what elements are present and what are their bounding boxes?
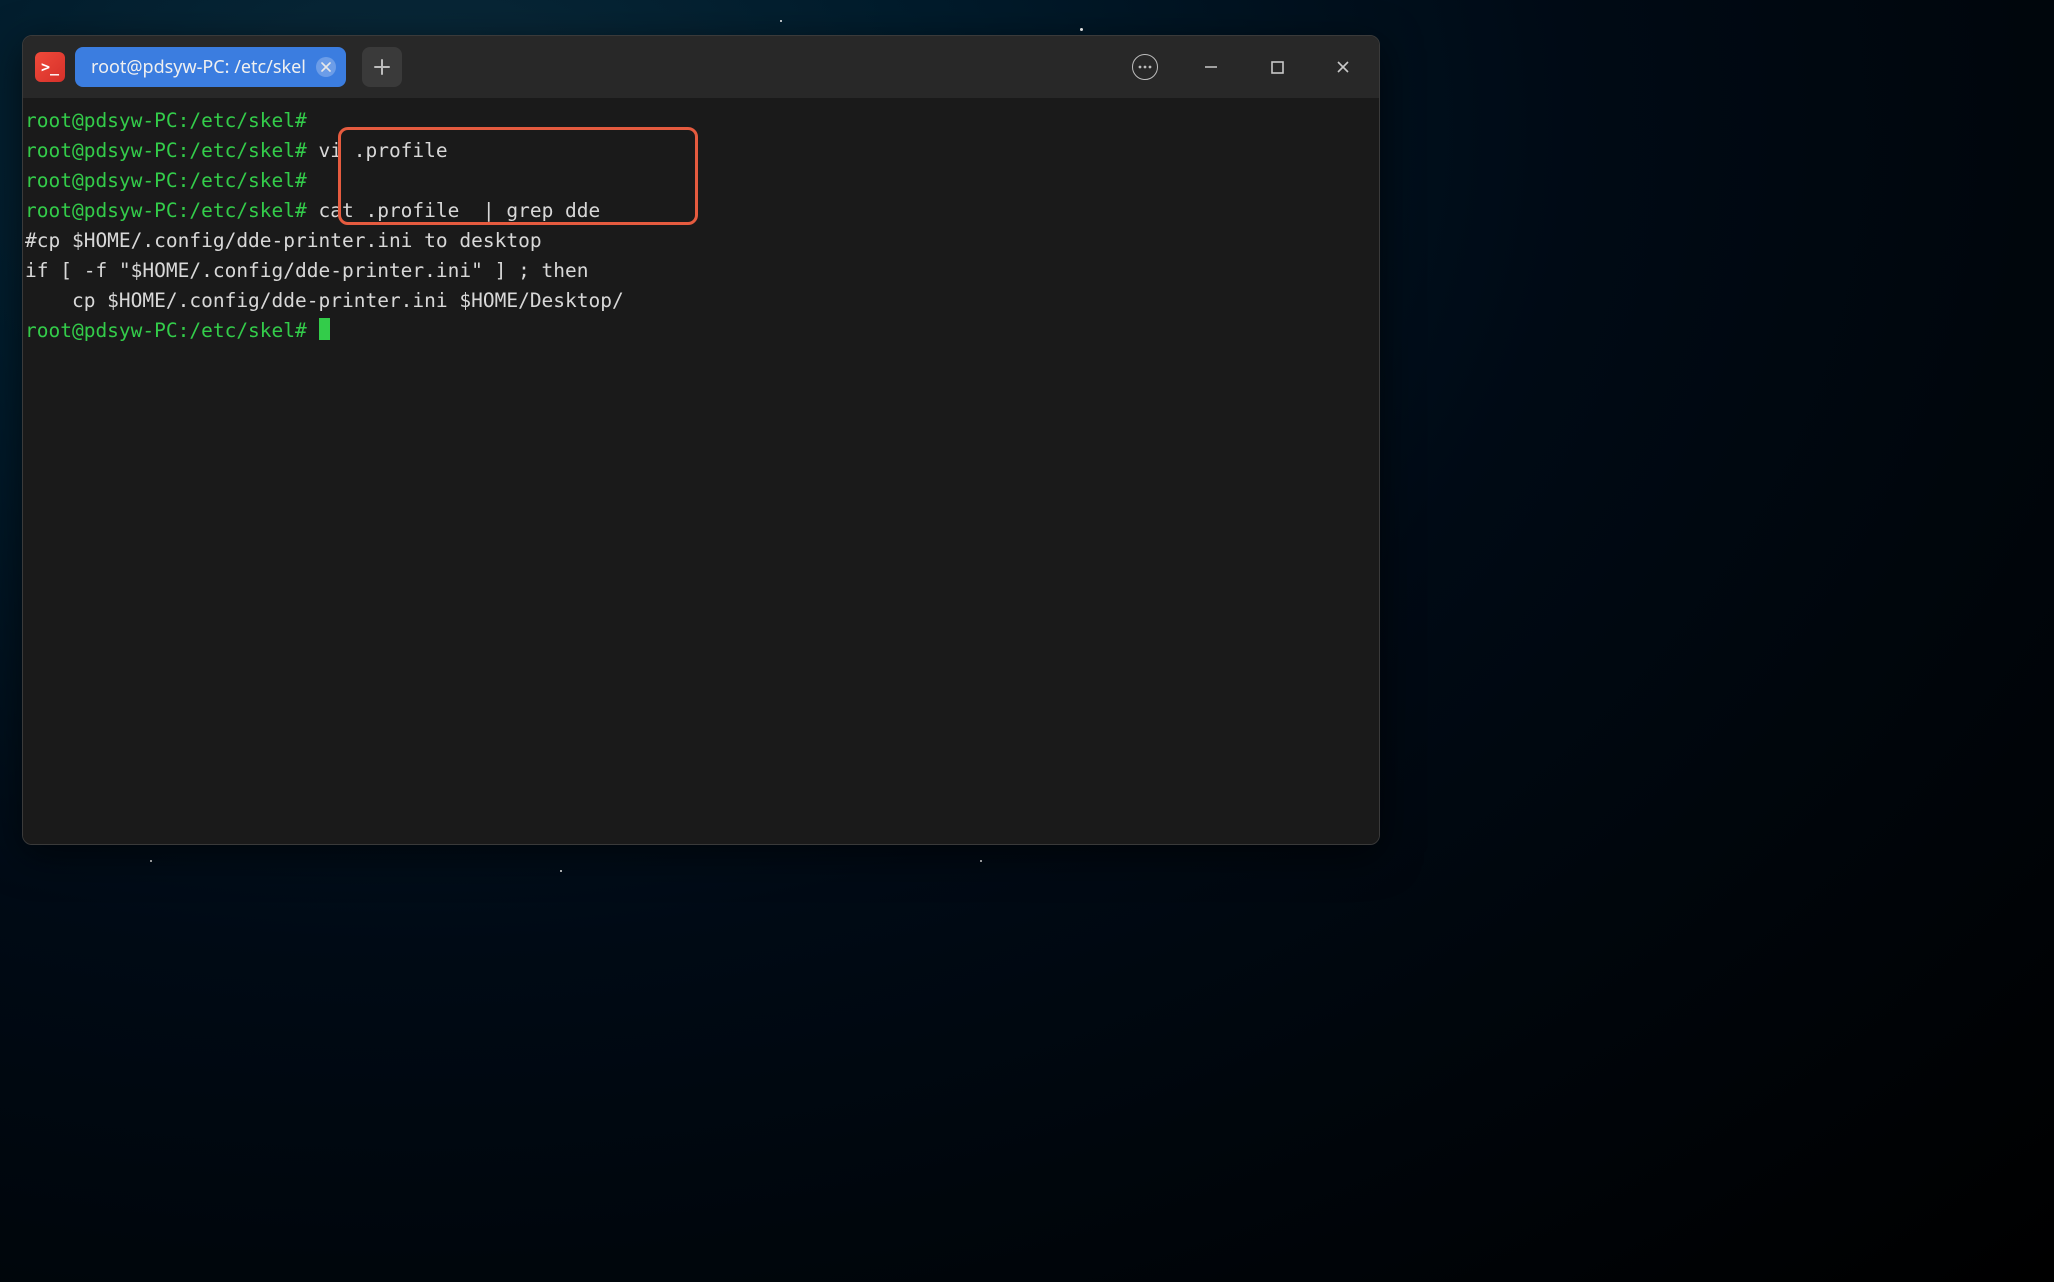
close-icon	[321, 62, 331, 72]
decorative-star	[780, 20, 782, 22]
terminal-line: cp $HOME/.config/dde-printer.ini $HOME/D…	[25, 286, 1377, 316]
terminal-line: root@pdsyw-PC:/etc/skel#	[25, 106, 1377, 136]
terminal-line: root@pdsyw-PC:/etc/skel#	[25, 166, 1377, 196]
decorative-star	[980, 860, 982, 862]
decorative-star	[560, 870, 562, 872]
cursor	[319, 318, 330, 340]
command-text: cat .profile | grep dde	[307, 199, 601, 222]
terminal-window: >_ root@pdsyw-PC: /etc/skel	[22, 35, 1380, 845]
maximize-button[interactable]	[1263, 53, 1291, 81]
prompt-text: root@pdsyw-PC:/etc/skel#	[25, 199, 307, 222]
command-text	[307, 109, 319, 132]
prompt-text: root@pdsyw-PC:/etc/skel#	[25, 169, 307, 192]
terminal-line: root@pdsyw-PC:/etc/skel# vi .profile	[25, 136, 1377, 166]
new-tab-button[interactable]	[362, 47, 402, 87]
tab-active[interactable]: root@pdsyw-PC: /etc/skel	[75, 47, 346, 87]
close-icon	[1335, 59, 1351, 75]
close-window-button[interactable]	[1329, 53, 1357, 81]
terminal-line: #cp $HOME/.config/dde-printer.ini to des…	[25, 226, 1377, 256]
decorative-star	[1080, 28, 1083, 31]
menu-button[interactable]	[1131, 53, 1159, 81]
terminal-line: root@pdsyw-PC:/etc/skel# cat .profile | …	[25, 196, 1377, 226]
minimize-button[interactable]	[1197, 53, 1225, 81]
output-text: #cp $HOME/.config/dde-printer.ini to des…	[25, 229, 542, 252]
output-text: if [ -f "$HOME/.config/dde-printer.ini" …	[25, 259, 589, 282]
prompt-text: root@pdsyw-PC:/etc/skel#	[25, 109, 307, 132]
terminal-line: root@pdsyw-PC:/etc/skel#	[25, 316, 1377, 346]
terminal-line: if [ -f "$HOME/.config/dde-printer.ini" …	[25, 256, 1377, 286]
output-text: cp $HOME/.config/dde-printer.ini $HOME/D…	[25, 289, 624, 312]
command-text: vi .profile	[307, 139, 448, 162]
terminal-app-icon: >_	[35, 52, 65, 82]
minimize-icon	[1203, 59, 1219, 75]
window-controls	[1131, 53, 1367, 81]
decorative-star	[150, 860, 152, 862]
tab-title: root@pdsyw-PC: /etc/skel	[91, 55, 306, 79]
command-text	[307, 319, 319, 342]
command-text	[307, 169, 319, 192]
titlebar: >_ root@pdsyw-PC: /etc/skel	[23, 36, 1379, 98]
prompt-text: root@pdsyw-PC:/etc/skel#	[25, 319, 307, 342]
ellipsis-icon	[1132, 54, 1158, 80]
tab-close-button[interactable]	[316, 57, 336, 77]
prompt-text: root@pdsyw-PC:/etc/skel#	[25, 139, 307, 162]
plus-icon	[373, 58, 391, 76]
terminal-body[interactable]: root@pdsyw-PC:/etc/skel# root@pdsyw-PC:/…	[23, 98, 1379, 844]
maximize-icon	[1270, 60, 1285, 75]
